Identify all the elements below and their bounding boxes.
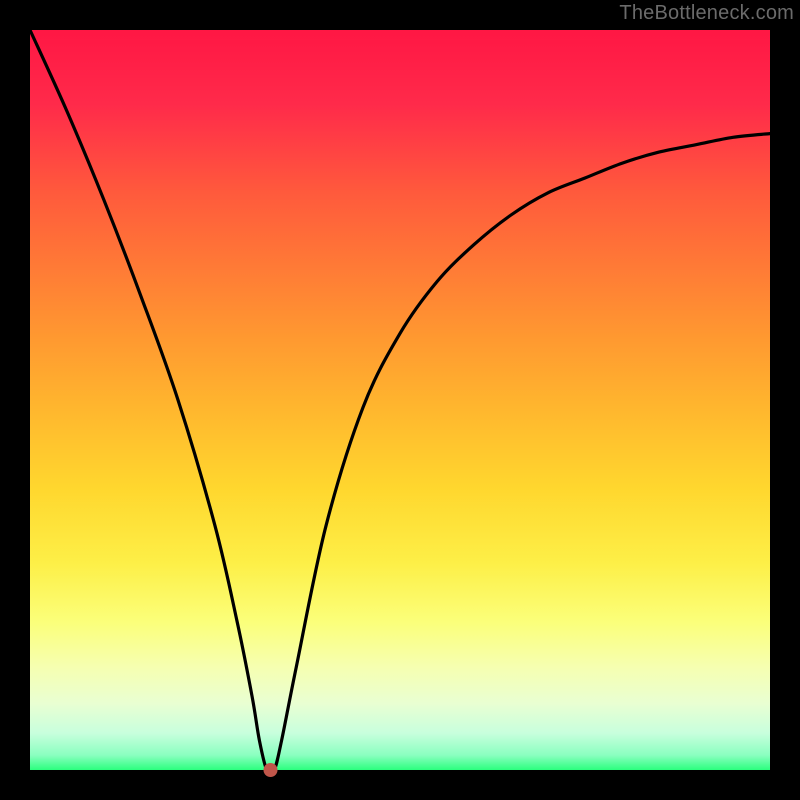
- minimum-marker: [264, 763, 278, 777]
- watermark-text: TheBottleneck.com: [619, 2, 794, 25]
- chart-frame: TheBottleneck.com: [0, 0, 800, 800]
- bottleneck-curve: [30, 30, 770, 770]
- plot-area: [30, 30, 770, 770]
- curve-path: [30, 30, 770, 774]
